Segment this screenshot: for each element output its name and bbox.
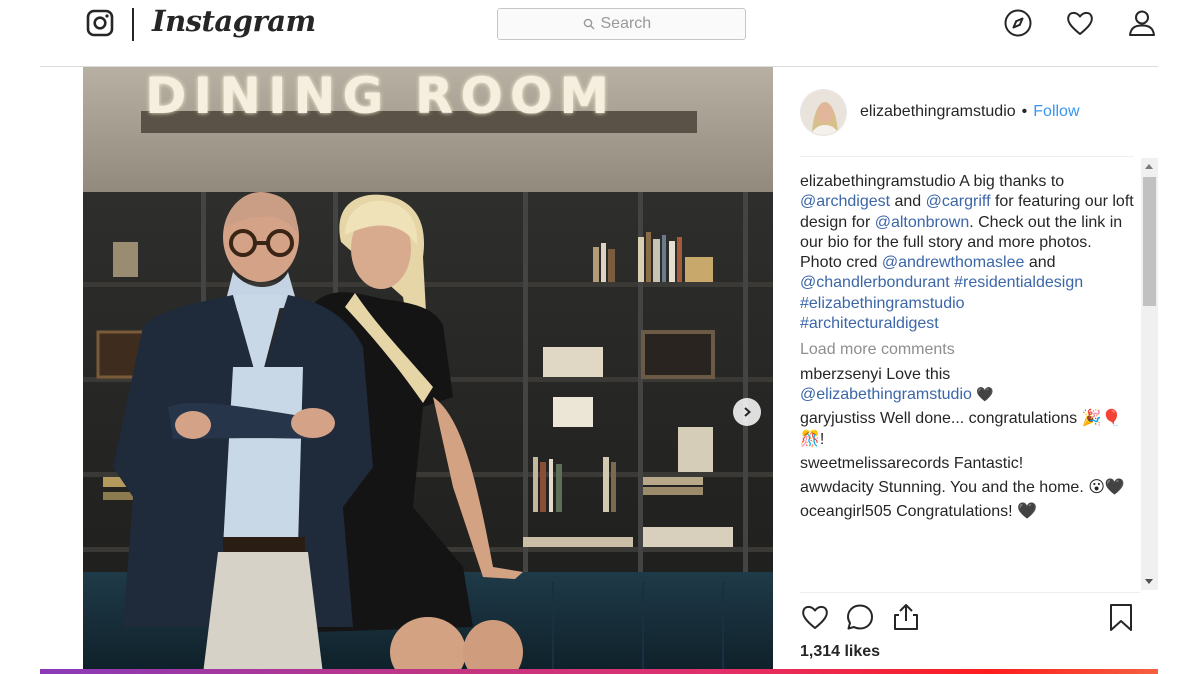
comment-text: Fantastic!	[949, 454, 1024, 472]
comment-item: garyjustiss Well done... congratulations…	[800, 409, 1136, 450]
post-photo[interactable]: DINING ROOM	[83, 67, 773, 674]
brand-divider	[132, 8, 134, 41]
mention-link[interactable]: @andrewthomaslee	[882, 254, 1025, 271]
mention-link[interactable]: @altonbrown	[875, 214, 970, 231]
comment-username[interactable]: oceangirl505	[800, 503, 892, 520]
separator-dot: •	[1021, 103, 1028, 120]
avatar-portrait-icon	[801, 89, 846, 135]
caption-text: and	[890, 193, 926, 211]
likes-count[interactable]: 1,314 likes	[800, 643, 880, 661]
caption-text: and	[1024, 254, 1056, 272]
top-navigation-bar: Instagram	[0, 0, 1200, 67]
save-bookmark-icon[interactable]	[1106, 602, 1136, 632]
comment-text: Love this	[881, 365, 951, 383]
load-more-comments-button[interactable]: Load more comments	[800, 340, 1136, 360]
caption-text: Photo cred	[800, 254, 882, 272]
like-heart-icon[interactable]	[800, 602, 830, 632]
caption-text: A big thanks to	[955, 173, 1065, 190]
author-avatar[interactable]	[800, 88, 847, 136]
profile-person-icon[interactable]	[1127, 8, 1157, 38]
search-icon	[583, 18, 594, 30]
explore-compass-icon[interactable]	[1003, 8, 1033, 38]
comment-item: mberzsenyi Love this @elizabethingramstu…	[800, 365, 1136, 406]
post-header: elizabethingramstudio • Follow	[800, 88, 1140, 136]
comments-list[interactable]: elizabethingramstudio A big thanks to @a…	[800, 172, 1136, 590]
hashtag-link[interactable]: #residentialdesign	[954, 274, 1083, 291]
scrollbar-thumb[interactable]	[1143, 177, 1156, 306]
instagram-camera-icon[interactable]	[86, 9, 114, 37]
mention-link[interactable]: @chandlerbondurant	[800, 274, 950, 291]
activity-heart-icon[interactable]	[1065, 8, 1095, 38]
comment-text: Stunning. You and the home. 😮🖤	[873, 479, 1125, 497]
comment-username[interactable]: mberzsenyi	[800, 366, 882, 383]
comment-item: oceangirl505 Congratulations! 🖤	[800, 502, 1136, 522]
search-box[interactable]	[497, 8, 746, 40]
comment-text: Congratulations! 🖤	[891, 503, 1037, 521]
scroll-down-arrow-icon[interactable]	[1145, 579, 1153, 584]
comment-item: sweetmelissarecords Fantastic!	[800, 454, 1136, 474]
post-caption: elizabethingramstudio A big thanks to @a…	[800, 172, 1136, 334]
comment-emoji: 🖤	[971, 386, 994, 403]
comment-username[interactable]: awwdacity	[800, 479, 874, 496]
hashtag-link[interactable]: #architecturaldigest	[800, 315, 939, 332]
comments-scrollbar[interactable]	[1141, 158, 1158, 590]
mention-link[interactable]: @archdigest	[800, 193, 890, 210]
hashtag-link[interactable]: #elizabethingramstudio	[800, 295, 965, 312]
next-photo-button[interactable]	[733, 398, 761, 426]
photo-sign-text: DINING ROOM	[145, 67, 617, 125]
bottom-gradient-bar	[40, 669, 1158, 674]
header-divider	[800, 156, 1134, 157]
photo-scene-illustration	[83, 67, 773, 674]
comment-username[interactable]: sweetmelissarecords	[800, 455, 949, 472]
author-username[interactable]: elizabethingramstudio	[860, 103, 1016, 121]
comment-item: awwdacity Stunning. You and the home. 😮🖤	[800, 478, 1136, 498]
follow-button[interactable]: Follow	[1033, 103, 1079, 121]
comment-username[interactable]: garyjustiss	[800, 410, 876, 427]
scroll-up-arrow-icon[interactable]	[1145, 164, 1153, 169]
search-input[interactable]	[600, 15, 661, 33]
caption-username[interactable]: elizabethingramstudio	[800, 173, 956, 190]
mention-link[interactable]: @elizabethingramstudio	[800, 386, 972, 403]
mention-link[interactable]: @cargriff	[926, 193, 991, 210]
actions-divider	[800, 592, 1140, 593]
comment-bubble-icon[interactable]	[845, 602, 875, 632]
instagram-wordmark-logo[interactable]: Instagram	[152, 4, 316, 38]
share-upload-icon[interactable]	[891, 602, 921, 632]
chevron-right-icon	[744, 407, 752, 417]
